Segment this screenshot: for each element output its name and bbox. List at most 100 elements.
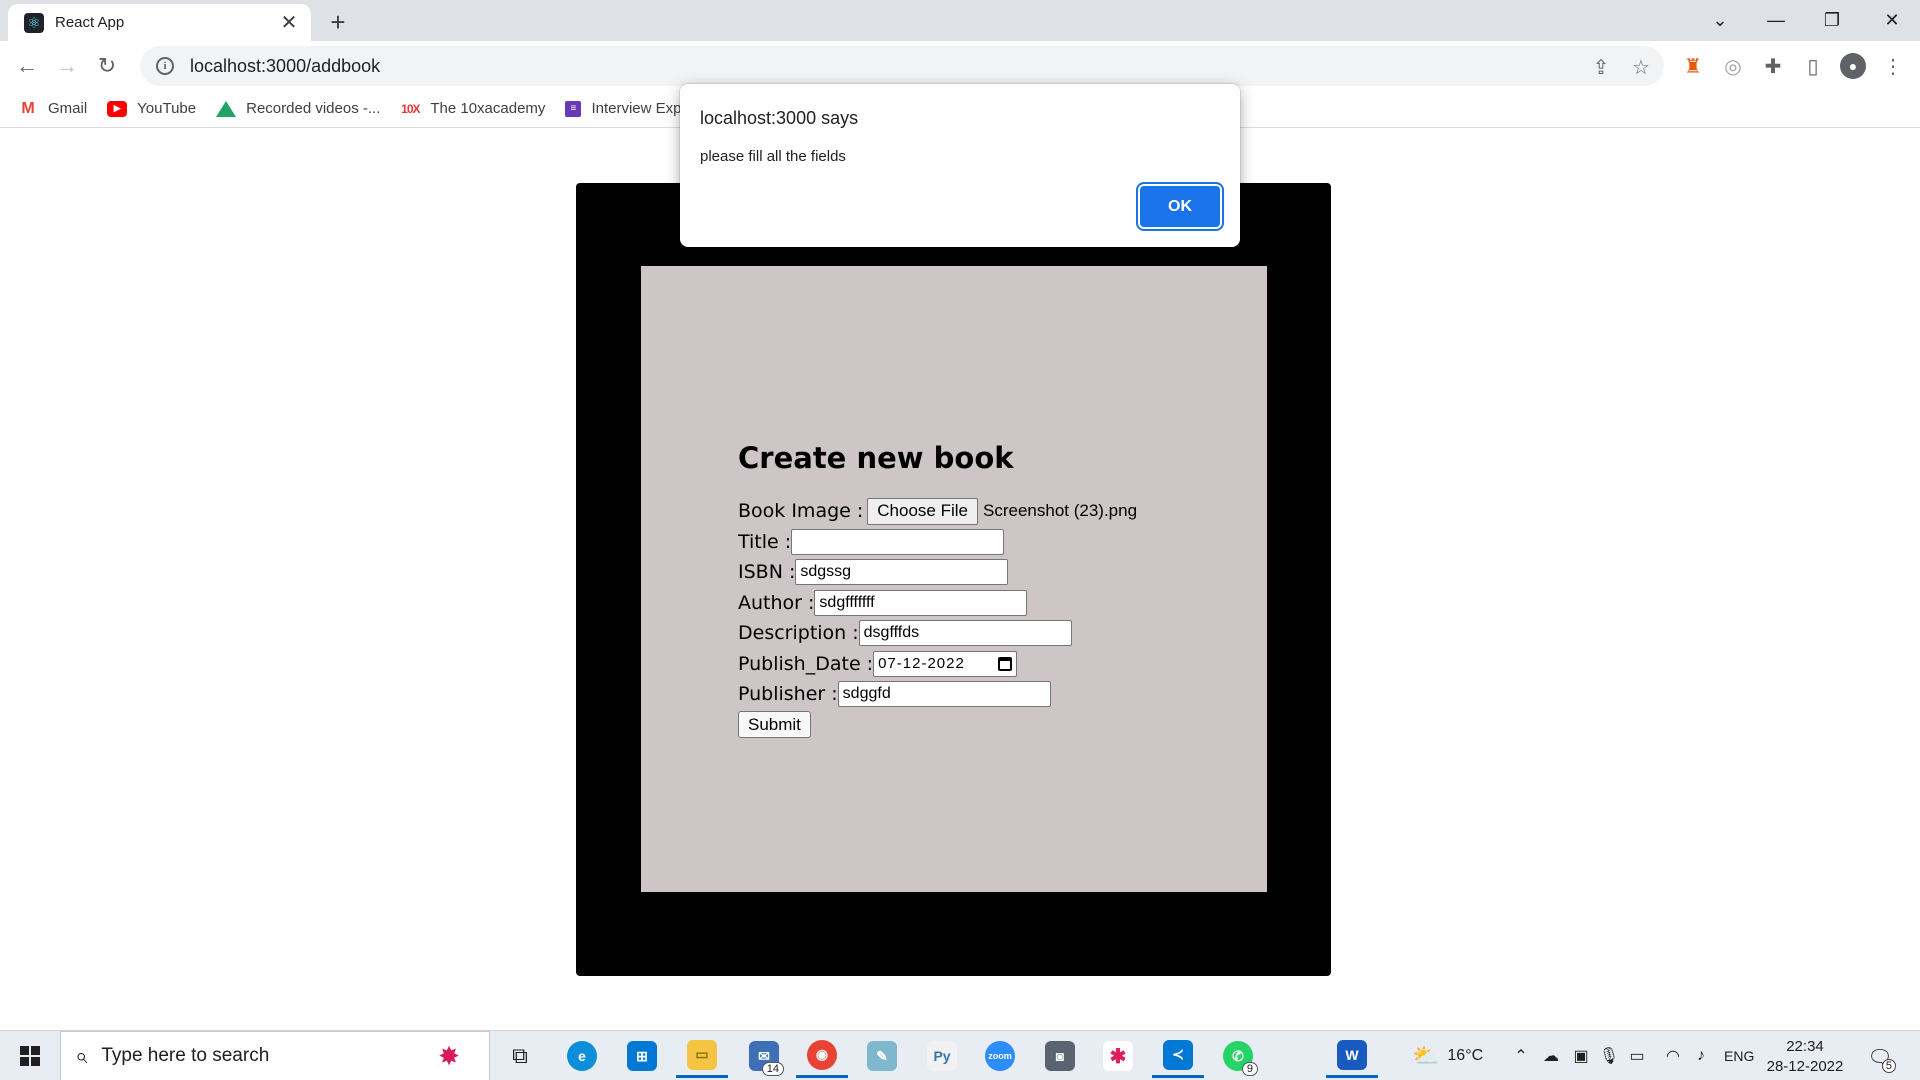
python-app[interactable]: Py (916, 1034, 968, 1078)
meet-now-icon[interactable]: ▣ (1570, 1045, 1592, 1067)
weather-widget[interactable]: ⛅ 16°C (1412, 1031, 1483, 1080)
ok-button[interactable]: OK (1140, 186, 1220, 227)
windows-taskbar: ⌕ Type here to search ✸ ⧉ e ⊞ ▭ ✉ 14 ◉ ✎… (0, 1030, 1920, 1080)
description-label: Description : (738, 622, 859, 645)
whatsapp-badge: 9 (1241, 1062, 1258, 1076)
camera-app[interactable]: ◙ (1034, 1034, 1086, 1078)
back-button[interactable]: ← (10, 49, 44, 83)
isbn-label: ISBN : (738, 561, 796, 584)
chrome-icon: ◉ (807, 1039, 837, 1070)
weather-cloud-sun-icon: ⛅ (1412, 1043, 1440, 1068)
isbn-input[interactable]: sdgssg (795, 559, 1009, 586)
description-input[interactable]: dsgfffds (858, 620, 1072, 647)
tab-search-icon[interactable]: ⌄ (1692, 0, 1748, 41)
description-row: Description : dsgfffds (738, 618, 1137, 649)
taskbar-clock[interactable]: 22:34 28-12-2022 (1760, 1037, 1850, 1077)
forward-button[interactable]: → (50, 49, 84, 83)
whatsapp-app[interactable]: ✆ 9 (1212, 1034, 1264, 1078)
mail-app[interactable]: ✉ 14 (738, 1034, 790, 1078)
edge-icon: e (567, 1041, 597, 1071)
search-placeholder: Type here to search (101, 1045, 270, 1066)
taskbar-search[interactable]: ⌕ Type here to search ✸ (60, 1031, 490, 1080)
word-app[interactable]: W (1326, 1034, 1378, 1078)
bookmark-youtube[interactable]: ▶ YouTube (107, 100, 196, 117)
close-tab-icon[interactable]: ✕ (277, 11, 301, 35)
battery-icon[interactable]: ▭ (1626, 1045, 1648, 1067)
site-info-icon[interactable]: i (156, 57, 174, 75)
title-row: Title : (738, 527, 1137, 558)
side-panel-icon[interactable]: ▯ (1800, 53, 1826, 79)
bookmark-interview[interactable]: ≡ Interview Expe (565, 100, 690, 117)
start-button[interactable] (0, 1031, 60, 1080)
alert-dialog: localhost:3000 says please fill all the … (680, 84, 1240, 247)
10x-icon: 10X (401, 101, 420, 116)
google-drive-icon (216, 100, 237, 117)
reload-button[interactable]: ↻ (90, 49, 124, 83)
url-text[interactable]: localhost:3000/addbook (190, 56, 380, 77)
bookmark-star-icon[interactable]: ☆ (1630, 56, 1652, 79)
bookmark-recorded-videos[interactable]: Recorded videos -... (216, 100, 380, 117)
publish-date-input[interactable]: 07-12-2022 (873, 650, 1018, 677)
bookmark-10xacademy[interactable]: 10X The 10xacademy (400, 100, 545, 117)
task-view-button[interactable]: ⧉ (494, 1034, 546, 1078)
vscode-icon: ≺ (1163, 1039, 1193, 1070)
edge-app[interactable]: e (556, 1034, 608, 1078)
chrome-app[interactable]: ◉ (796, 1034, 848, 1078)
dialog-title: localhost:3000 says (700, 108, 859, 128)
publisher-row: Publisher : sdggfd (738, 679, 1137, 710)
publish-date-row: Publish_Date : 07-12-2022 (738, 649, 1137, 680)
book-image-row: Book Image : Choose File Screenshot (23)… (738, 496, 1137, 527)
temperature: 16°C (1447, 1047, 1484, 1064)
notification-center-button[interactable]: 🗨 5 (1864, 1043, 1896, 1073)
browser-toolbar: ← → ↻ i localhost:3000/addbook ⇪ ☆ ♜ ◎ ✚… (0, 41, 1920, 90)
publisher-input[interactable]: sdggfd (837, 681, 1051, 708)
create-book-form: Create new book Book Image : Choose File… (738, 438, 1137, 740)
react-icon: ⚛ (24, 12, 44, 33)
folder-icon: ▭ (687, 1039, 717, 1070)
wifi-icon[interactable]: ◠ (1662, 1045, 1684, 1067)
form-title: Create new book (738, 441, 1014, 475)
close-window-button[interactable]: ✕ (1864, 0, 1920, 41)
volume-icon[interactable]: ♪ (1690, 1045, 1712, 1067)
publish-date-label: Publish_Date : (738, 652, 874, 675)
share-icon[interactable]: ⇪ (1590, 56, 1612, 79)
file-explorer-app[interactable]: ▭ (676, 1034, 728, 1078)
clock-date: 28-12-2022 (1766, 1058, 1844, 1075)
extensions-puzzle-icon[interactable]: ✚ (1760, 53, 1786, 79)
zoom-app[interactable]: zoom (974, 1034, 1026, 1078)
store-icon: ⊞ (627, 1041, 657, 1071)
dialog-message: please fill all the fields (700, 148, 846, 165)
submit-button[interactable]: Submit (738, 711, 811, 739)
notification-badge: 5 (1881, 1059, 1896, 1073)
paint-app[interactable]: ✎ (856, 1034, 908, 1078)
browser-tab[interactable]: ⚛ React App ✕ (8, 4, 311, 41)
python-icon: Py (927, 1041, 957, 1071)
extension-brave-icon[interactable]: ♜ (1680, 53, 1706, 79)
book-image-label: Book Image : (738, 500, 864, 523)
store-app[interactable]: ⊞ (616, 1034, 668, 1078)
show-hidden-icons-icon[interactable]: ⌃ (1510, 1045, 1532, 1067)
vscode-app[interactable]: ≺ (1152, 1034, 1204, 1078)
title-input[interactable] (791, 528, 1005, 555)
menu-kebab-icon[interactable]: ⋮ (1880, 53, 1906, 79)
bookmark-gmail[interactable]: M Gmail (18, 100, 87, 118)
author-input[interactable]: sdgfffffff (814, 589, 1028, 616)
new-tab-button[interactable]: + (323, 7, 353, 37)
title-label: Title : (738, 530, 792, 553)
slack-icon: ✱ (1103, 1041, 1133, 1071)
search-icon: ⌕ (75, 1043, 88, 1068)
language-indicator[interactable]: ENG (1724, 1031, 1754, 1080)
address-bar[interactable]: i localhost:3000/addbook ⇪ ☆ (140, 46, 1664, 86)
microphone-icon[interactable]: 🎙 (1598, 1045, 1620, 1067)
extension-record-icon[interactable]: ◎ (1720, 53, 1746, 79)
profile-avatar[interactable]: ● (1840, 53, 1866, 79)
slack-app[interactable]: ✱ (1092, 1034, 1144, 1078)
minimize-button[interactable]: — (1748, 0, 1804, 41)
zoom-icon: zoom (985, 1041, 1015, 1071)
search-highlight-icon[interactable]: ✸ (409, 1036, 489, 1076)
choose-file-button[interactable]: Choose File (867, 497, 978, 525)
onedrive-icon[interactable]: ☁ (1540, 1045, 1562, 1067)
restore-button[interactable]: ❐ (1804, 0, 1860, 41)
forms-icon: ≡ (565, 100, 582, 117)
calendar-icon[interactable] (998, 656, 1013, 671)
